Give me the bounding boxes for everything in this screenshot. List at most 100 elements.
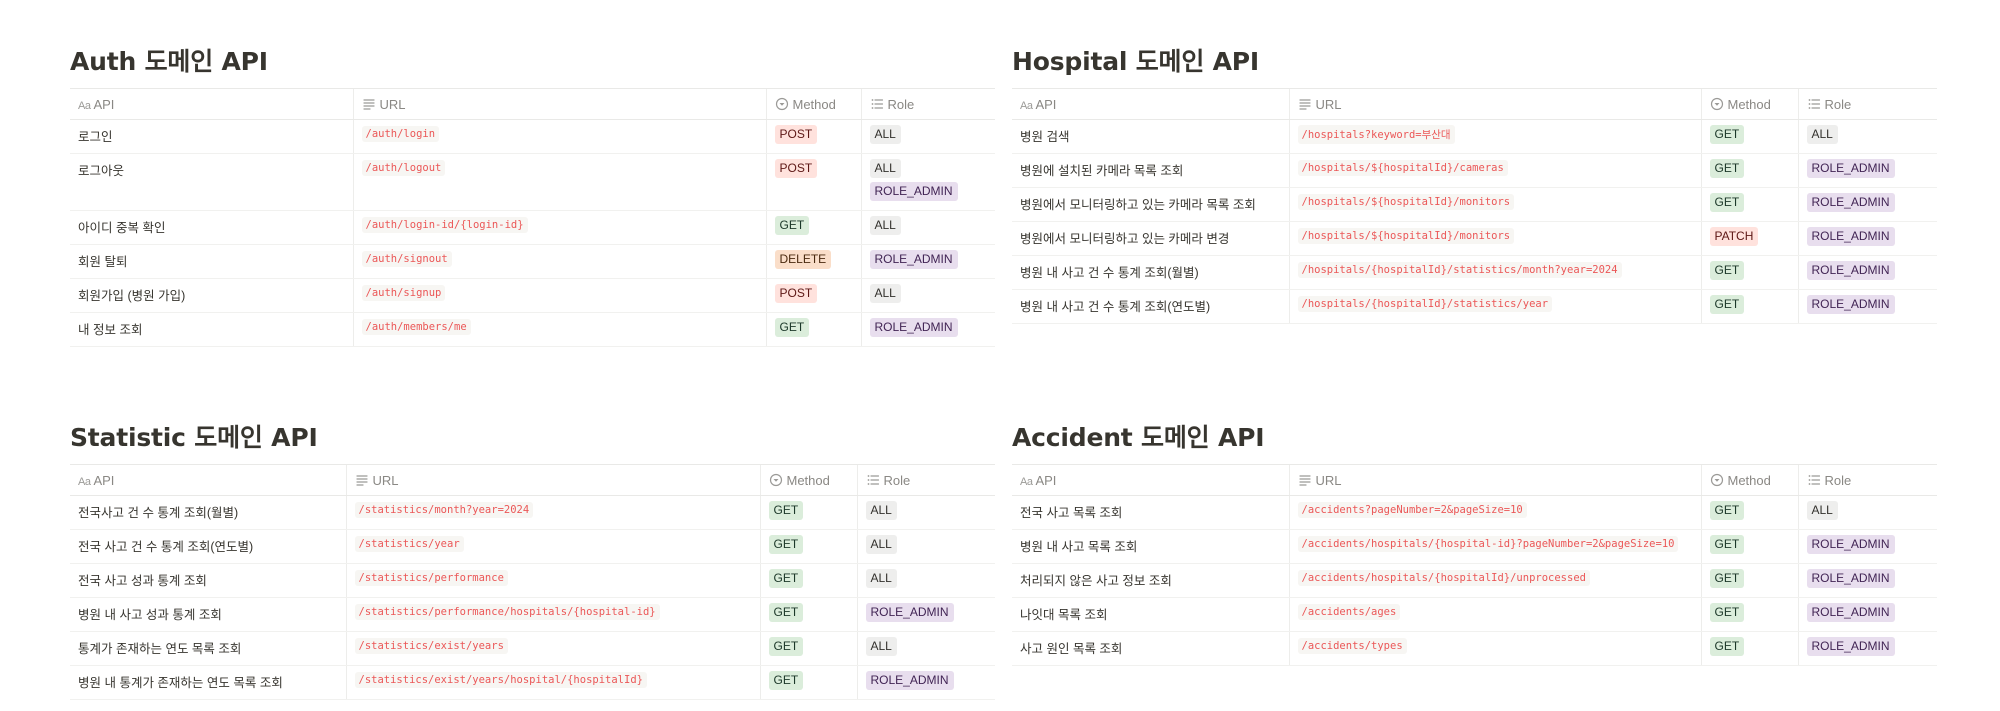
role-cell[interactable]: ALL: [856, 631, 995, 666]
role-cell[interactable]: ROLE_ADMIN: [1797, 289, 1937, 324]
table-row[interactable]: 병원 내 사고 건 수 통계 조회(월별) /hospitals/{hospita…: [1012, 255, 1937, 290]
method-cell[interactable]: GET: [759, 665, 857, 700]
api-name-cell: 병원 내 사고 성과 통계 조회: [70, 597, 346, 632]
method-cell[interactable]: POST: [765, 153, 861, 211]
list-icon: [866, 473, 884, 488]
method-cell[interactable]: GET: [1700, 255, 1798, 290]
table-row[interactable]: 사고 원인 목록 조회/accidents/types GET ROLE_ADMIN: [1012, 631, 1937, 666]
role-cell[interactable]: ROLE_ADMIN: [1797, 221, 1937, 256]
table-row[interactable]: 병원 내 사고 성과 통계 조회/statistics/performance/…: [70, 597, 995, 632]
method-tag: GET: [774, 216, 810, 235]
method-cell[interactable]: GET: [1700, 597, 1798, 632]
method-cell[interactable]: GET: [759, 529, 857, 564]
column-header-role-label: Role: [887, 96, 915, 112]
lines-icon: [362, 97, 380, 112]
column-header-api[interactable]: Aa API: [1012, 464, 1289, 496]
column-header-api[interactable]: Aa API: [70, 464, 346, 496]
column-header-role[interactable]: Role: [1797, 88, 1937, 120]
table-row[interactable]: 병원에서 모니터링하고 있는 카메라 목록 조회/hospitals/${hos…: [1012, 187, 1937, 222]
method-tag: DELETE: [774, 250, 832, 269]
method-cell[interactable]: GET: [1700, 187, 1798, 222]
column-header-method[interactable]: Method: [1700, 464, 1798, 496]
method-cell[interactable]: GET: [759, 631, 857, 666]
role-cell[interactable]: ROLE_ADMIN: [1797, 563, 1937, 598]
column-header-role[interactable]: Role: [860, 88, 995, 120]
role-cell[interactable]: ROLE_ADMIN: [1797, 597, 1937, 632]
role-cell[interactable]: ALL ROLE_ADMIN: [860, 153, 995, 211]
role-cell[interactable]: ALL: [856, 495, 995, 530]
method-tag: GET: [1709, 637, 1745, 656]
method-cell[interactable]: GET: [759, 563, 857, 598]
table-row[interactable]: 전국 사고 건 수 통계 조회(연도별) /statistics/year GET A…: [70, 529, 995, 564]
method-cell[interactable]: GET: [759, 597, 857, 632]
list-icon: [870, 97, 888, 112]
role-cell[interactable]: ROLE_ADMIN: [1797, 153, 1937, 188]
method-tag: GET: [1709, 603, 1745, 622]
table-row[interactable]: 회원 탈퇴/auth/signout DELETE ROLE_ADMIN: [70, 244, 995, 279]
method-cell[interactable]: DELETE: [765, 244, 861, 279]
table-row[interactable]: 전국 사고 성과 통계 조회/statistics/performance GET…: [70, 563, 995, 598]
role-cell[interactable]: ROLE_ADMIN: [1797, 529, 1937, 564]
role-cell[interactable]: ALL: [860, 278, 995, 313]
method-cell[interactable]: GET: [765, 210, 861, 245]
role-cell[interactable]: ROLE_ADMIN: [1797, 255, 1937, 290]
method-cell[interactable]: GET: [1700, 631, 1798, 666]
accident-section: Accident 도메인 API Aa API URL Method Role 전국 사…: [1012, 418, 1937, 666]
role-tag: ROLE_ADMIN: [1806, 603, 1895, 622]
table-row[interactable]: 로그아웃/auth/logout POST ALL ROLE_ADMIN: [70, 153, 995, 211]
url-cell: /statistics/month?year=2024: [345, 495, 760, 530]
table-row[interactable]: 병원에 설치된 카메라 목록 조회/hospitals/${hospitalId…: [1012, 153, 1937, 188]
role-cell[interactable]: ALL: [860, 119, 995, 154]
column-header-role[interactable]: Role: [1797, 464, 1937, 496]
accident-header: Aa API URL Method Role: [1012, 464, 1937, 496]
column-header-url[interactable]: URL: [1288, 88, 1701, 120]
role-cell[interactable]: ALL: [860, 210, 995, 245]
method-cell[interactable]: GET: [1700, 529, 1798, 564]
role-cell[interactable]: ALL: [1797, 495, 1937, 530]
method-cell[interactable]: GET: [1700, 119, 1798, 154]
column-header-role[interactable]: Role: [856, 464, 995, 496]
column-header-url[interactable]: URL: [345, 464, 760, 496]
role-cell[interactable]: ROLE_ADMIN: [860, 244, 995, 279]
column-header-method[interactable]: Method: [759, 464, 857, 496]
method-cell[interactable]: GET: [759, 495, 857, 530]
table-row[interactable]: 처리되지 않은 사고 정보 조회/accidents/hospitals/{ho…: [1012, 563, 1937, 598]
role-cell[interactable]: ROLE_ADMIN: [856, 597, 995, 632]
method-cell[interactable]: GET: [1700, 563, 1798, 598]
table-row[interactable]: 나잇대 목록 조회/accidents/ages GET ROLE_ADMIN: [1012, 597, 1937, 632]
table-row[interactable]: 전국 사고 목록 조회/accidents?pageNumber=2&pageS…: [1012, 495, 1937, 530]
method-cell[interactable]: GET: [1700, 289, 1798, 324]
role-cell[interactable]: ROLE_ADMIN: [1797, 631, 1937, 666]
role-cell[interactable]: ALL: [856, 529, 995, 564]
column-header-url[interactable]: URL: [352, 88, 766, 120]
table-row[interactable]: 통계가 존재하는 연도 목록 조회/statistics/exist/years…: [70, 631, 995, 666]
method-cell[interactable]: GET: [1700, 495, 1798, 530]
table-row[interactable]: 전국사고 건 수 통계 조회(월별) /statistics/month?year…: [70, 495, 995, 530]
table-row[interactable]: 아이디 중복 확인/auth/login-id/{login-id} GET ALL: [70, 210, 995, 245]
role-cell[interactable]: ROLE_ADMIN: [860, 312, 995, 347]
column-header-api[interactable]: Aa API: [70, 88, 353, 120]
method-cell[interactable]: POST: [765, 119, 861, 154]
table-row[interactable]: 병원 검색/hospitals?keyword=부산대 GET ALL: [1012, 119, 1937, 154]
method-cell[interactable]: GET: [1700, 153, 1798, 188]
role-cell[interactable]: ROLE_ADMIN: [856, 665, 995, 700]
table-row[interactable]: 병원 내 사고 건 수 통계 조회(연도별) /hospitals/{hospit…: [1012, 289, 1937, 324]
table-row[interactable]: 병원 내 사고 목록 조회/accidents/hospitals/{hospi…: [1012, 529, 1937, 564]
role-cell[interactable]: ALL: [856, 563, 995, 598]
method-cell[interactable]: PATCH: [1700, 221, 1798, 256]
table-row[interactable]: 병원에서 모니터링하고 있는 카메라 변경/hospitals/${hospit…: [1012, 221, 1937, 256]
table-row[interactable]: 병원 내 통계가 존재하는 연도 목록 조회/statistics/exist/…: [70, 665, 995, 700]
table-row[interactable]: 내 정보 조회/auth/members/me GET ROLE_ADMIN: [70, 312, 995, 347]
role-cell[interactable]: ROLE_ADMIN: [1797, 187, 1937, 222]
table-row[interactable]: 로그인/auth/login POST ALL: [70, 119, 995, 154]
method-cell[interactable]: GET: [765, 312, 861, 347]
column-header-url[interactable]: URL: [1288, 464, 1701, 496]
column-header-api[interactable]: Aa API: [1012, 88, 1289, 120]
method-cell[interactable]: POST: [765, 278, 861, 313]
column-header-method[interactable]: Method: [765, 88, 861, 120]
role-cell[interactable]: ALL: [1797, 119, 1937, 154]
column-header-method[interactable]: Method: [1700, 88, 1798, 120]
role-tag: ROLE_ADMIN: [869, 250, 958, 269]
table-row[interactable]: 회원가입 (병원 가입) /auth/signup POST ALL: [70, 278, 995, 313]
url-code: /accidents/types: [1297, 638, 1407, 654]
